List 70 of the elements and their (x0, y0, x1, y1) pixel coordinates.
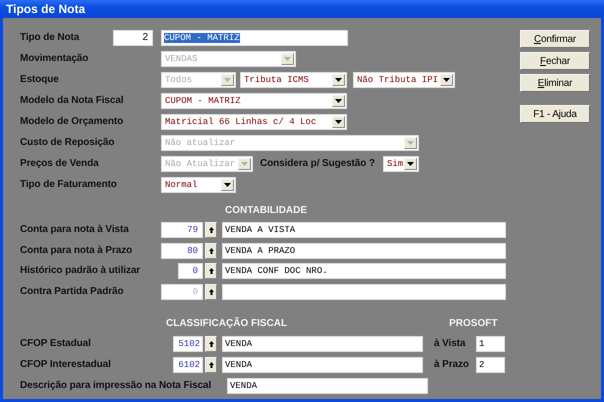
caret-icon (224, 78, 231, 82)
input-field[interactable]: 80 (161, 242, 203, 258)
button[interactable]: Confirmar (520, 30, 590, 48)
field-label: Tipo de Faturamento (20, 178, 118, 190)
field-label: Preços de Venda (20, 157, 100, 169)
field-label: Modelo da Nota Fiscal (20, 94, 124, 106)
field-label: CFOP Interestadual (20, 358, 112, 370)
button[interactable]: Eliminar (520, 74, 590, 92)
input-field[interactable]: 6102 (173, 357, 203, 373)
lookup-button[interactable] (205, 284, 217, 300)
input-field[interactable]: 2 (476, 357, 505, 373)
field-label: Modelo de Orçamento (20, 115, 124, 127)
button[interactable]: F1 - Ajuda (520, 105, 590, 123)
up-arrow-icon (208, 227, 214, 233)
dropdown[interactable]: Normal (161, 177, 236, 193)
button[interactable]: Fechar (520, 52, 590, 70)
input-field[interactable]: 79 (161, 222, 203, 238)
caret-icon (407, 141, 414, 145)
field-label: Histórico padrão à utilizar (20, 264, 142, 276)
section-heading: CONTABILIDADE (225, 205, 308, 216)
input-field[interactable]: VENDA A VISTA (222, 222, 506, 238)
input-field[interactable]: VENDA A PRAZO (222, 242, 506, 258)
up-arrow-icon (208, 362, 214, 368)
field-label: Tipo de Nota (20, 31, 80, 43)
lookup-button[interactable] (205, 263, 217, 279)
field-label: Considera p/ Sugestão ? (260, 157, 376, 169)
input-field[interactable]: 0 (178, 263, 203, 279)
dropdown[interactable]: Não Tributa IPI (353, 72, 455, 88)
dropdown[interactable]: Sim (383, 156, 419, 172)
lookup-button[interactable] (205, 222, 217, 238)
caret-icon (224, 183, 231, 187)
input-field[interactable]: VENDA (222, 336, 423, 352)
caret-icon (284, 57, 291, 61)
input-field[interactable]: 1 (476, 336, 505, 352)
input-field[interactable] (222, 284, 506, 300)
field-label: Conta para nota à Vista (20, 223, 130, 235)
dropdown[interactable]: Tributa ICMS (240, 72, 347, 88)
section-heading: PROSOFT (449, 318, 498, 329)
field-label: CFOP Estadual (20, 337, 92, 349)
field-label: Contra Partida Padrão (20, 284, 124, 296)
field-label: Custo de Reposição (20, 136, 116, 148)
up-arrow-icon (208, 248, 214, 254)
caret-icon (335, 78, 342, 82)
window-title: Tipos de Nota (6, 2, 86, 16)
up-arrow-icon (208, 288, 214, 294)
caret-icon (335, 99, 342, 103)
caret-icon (443, 78, 450, 82)
up-arrow-icon (208, 268, 214, 274)
lookup-button[interactable] (205, 357, 217, 373)
input-field[interactable]: VENDA (227, 378, 428, 394)
up-arrow-icon (208, 341, 214, 347)
dropdown[interactable]: CUPOM - MATRIZ (161, 93, 347, 109)
input-field[interactable]: 2 (113, 30, 153, 46)
field-label: Estoque (20, 73, 60, 85)
field-label: Descrição para impressão na Nota Fiscal (20, 379, 212, 391)
input-field[interactable]: CUPOM - MATRIZ (161, 30, 348, 46)
field-label: Conta para nota à Prazo (20, 244, 134, 256)
input-field[interactable]: VENDA (222, 357, 423, 373)
dropdown[interactable]: Matricial 66 Linhas c/ 4 Loc (161, 114, 347, 130)
field-label: à Prazo (434, 358, 470, 370)
caret-icon (335, 120, 342, 124)
section-heading: CLASSIFICAÇÃO FISCAL (166, 318, 288, 329)
input-field[interactable]: 5102 (173, 336, 203, 352)
field-label: Movimentação (20, 52, 90, 64)
input-field[interactable]: VENDA CONF DOC NRO. (222, 263, 506, 279)
lookup-button[interactable] (205, 336, 217, 352)
field-label: à Vista (434, 337, 466, 349)
caret-icon (407, 162, 414, 166)
lookup-button[interactable] (205, 242, 217, 258)
caret-icon (241, 162, 248, 166)
